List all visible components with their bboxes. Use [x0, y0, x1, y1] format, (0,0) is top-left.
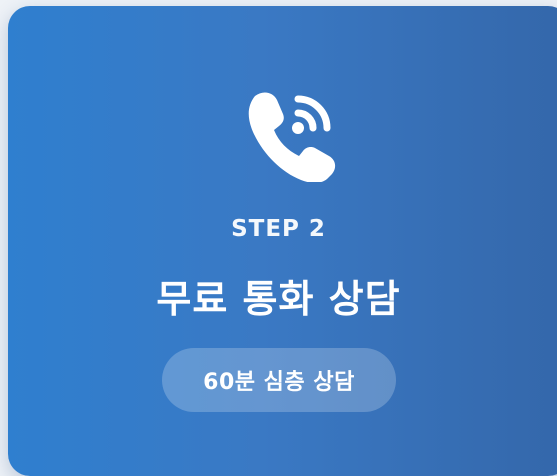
step-label: STEP 2 [231, 216, 326, 242]
badge-label: 60분 심층 상담 [203, 370, 355, 395]
phone-call-icon [241, 86, 337, 183]
card-title: 무료 통화 상담 [156, 277, 401, 321]
consult-duration-badge[interactable]: 60분 심층 상담 [162, 348, 396, 412]
